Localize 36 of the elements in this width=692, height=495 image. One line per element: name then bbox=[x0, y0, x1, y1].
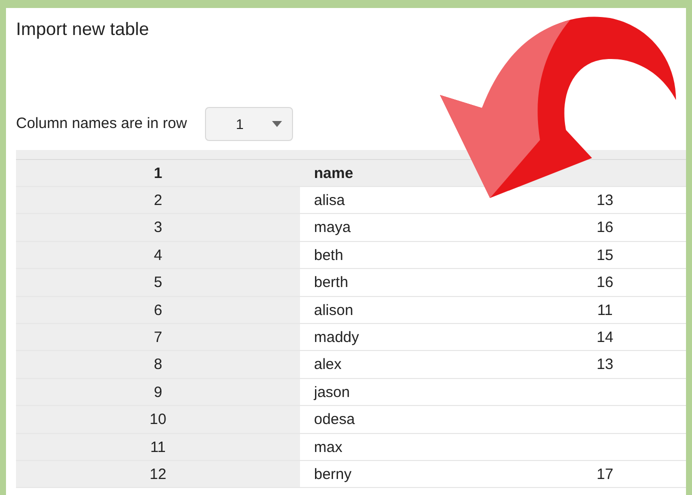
table-cell-text: 14 bbox=[596, 328, 614, 348]
dialog-title: Import new table bbox=[16, 19, 150, 39]
table-cell-text: odesa bbox=[313, 410, 356, 430]
row-number-cell: 7 bbox=[16, 324, 300, 350]
table-cell-text: alex bbox=[313, 355, 343, 376]
row-number-cell: 9 bbox=[16, 378, 300, 406]
table-cell-text: alison bbox=[313, 300, 354, 321]
table-cell-text: beth bbox=[313, 246, 344, 266]
row-number-cell: 11 bbox=[16, 434, 300, 460]
table-cell-text: 15 bbox=[596, 246, 614, 266]
header-cell-text: name bbox=[313, 164, 354, 184]
row-number-cell: 12 bbox=[16, 460, 300, 488]
row-dropdown[interactable]: 1 bbox=[204, 107, 293, 141]
table-cell-text: maddy bbox=[313, 328, 360, 348]
row-number-cell: 8 bbox=[16, 351, 300, 378]
table-cell-text: alisa bbox=[313, 191, 346, 211]
table-cell-text: 11 bbox=[596, 300, 614, 321]
row-number-cell: 4 bbox=[16, 242, 300, 268]
row-number-cell: 10 bbox=[16, 406, 300, 433]
header-cell-text: 1 bbox=[152, 164, 164, 184]
row-number-cell: 3 bbox=[16, 214, 300, 241]
caret-icon bbox=[272, 121, 282, 127]
table-cell-text: 16 bbox=[596, 218, 614, 238]
table-cell-text: 17 bbox=[596, 464, 614, 485]
table-cell-text: berth bbox=[313, 273, 350, 294]
table-cell-text: max bbox=[313, 438, 344, 458]
row-number-cell: 6 bbox=[16, 296, 300, 323]
table-cell-text: 16 bbox=[596, 273, 614, 294]
table-cell-text: 13 bbox=[596, 191, 614, 211]
column-names-label: Column names are in row bbox=[16, 114, 187, 134]
table-cell-text: berny bbox=[313, 464, 353, 485]
table-cell-text: maya bbox=[313, 218, 352, 238]
row-number-cell: 2 bbox=[16, 187, 300, 214]
row-number-cell: 5 bbox=[16, 269, 300, 296]
table-cell-text: jason bbox=[312, 382, 351, 403]
table-cell-text: 13 bbox=[596, 355, 614, 376]
